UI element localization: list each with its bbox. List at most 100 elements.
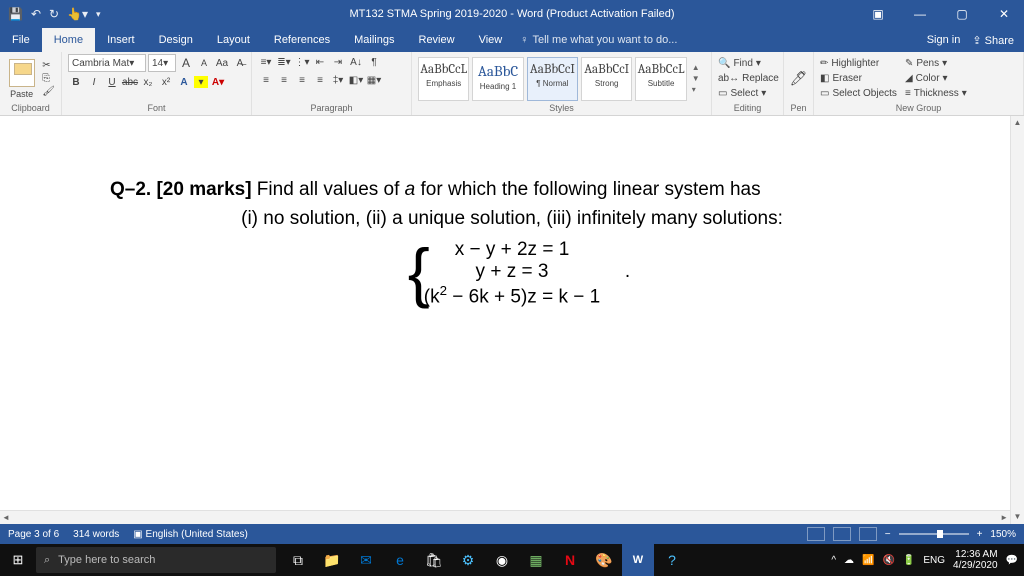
tab-layout[interactable]: Layout bbox=[205, 28, 262, 52]
tab-view[interactable]: View bbox=[467, 28, 515, 52]
style-heading1[interactable]: AaBbCHeading 1 bbox=[472, 57, 523, 101]
change-case-icon[interactable]: Aa bbox=[214, 55, 230, 71]
page-indicator[interactable]: Page 3 of 6 bbox=[8, 529, 59, 540]
styles-more-icon[interactable]: ▲▼▾ bbox=[692, 63, 705, 94]
copy-icon[interactable]: ⎘ bbox=[42, 73, 55, 85]
style-normal[interactable]: AaBbCcI¶ Normal bbox=[527, 57, 578, 101]
app-edge-icon[interactable]: e bbox=[384, 544, 416, 576]
underline-button[interactable]: U bbox=[104, 74, 120, 90]
style-emphasis[interactable]: AaBbCcLEmphasis bbox=[418, 57, 469, 101]
ribbon-display-icon[interactable]: ▣ bbox=[858, 0, 898, 28]
app-word-icon[interactable]: W bbox=[622, 544, 654, 576]
select-button[interactable]: ▭ Select ▾ bbox=[718, 87, 779, 101]
taskbar-search[interactable]: ⌕ Type here to search bbox=[36, 547, 276, 573]
align-center-icon[interactable]: ≡ bbox=[276, 72, 292, 88]
tray-lang[interactable]: ENG bbox=[923, 555, 945, 566]
word-count[interactable]: 314 words bbox=[73, 529, 119, 540]
start-button[interactable]: ⊞ bbox=[0, 552, 36, 568]
app-settings-icon[interactable]: ⚙ bbox=[452, 544, 484, 576]
document-area[interactable]: Q–2. [20 marks] Find all values of a for… bbox=[0, 116, 1024, 524]
tab-mailings[interactable]: Mailings bbox=[342, 28, 406, 52]
tell-me-search[interactable]: ♀ Tell me what you want to do... bbox=[520, 34, 677, 46]
borders-icon[interactable]: ▦▾ bbox=[366, 72, 382, 88]
replace-button[interactable]: ab↔ Replace bbox=[718, 72, 779, 86]
read-mode-icon[interactable] bbox=[807, 527, 825, 541]
app-help-icon[interactable]: ? bbox=[656, 544, 688, 576]
app-netflix-icon[interactable]: N bbox=[554, 544, 586, 576]
sort-icon[interactable]: A↓ bbox=[348, 54, 364, 70]
app-chrome-icon[interactable]: ◉ bbox=[486, 544, 518, 576]
cut-icon[interactable]: ✂ bbox=[42, 60, 55, 72]
bold-button[interactable]: B bbox=[68, 74, 84, 90]
decrease-indent-icon[interactable]: ⇤ bbox=[312, 54, 328, 70]
sign-in-link[interactable]: Sign in bbox=[927, 34, 961, 47]
show-marks-icon[interactable]: ¶ bbox=[366, 54, 382, 70]
close-icon[interactable]: ✕ bbox=[984, 0, 1024, 28]
zoom-slider[interactable] bbox=[899, 533, 969, 535]
font-color-button[interactable]: A▾ bbox=[210, 74, 226, 90]
justify-icon[interactable]: ≡ bbox=[312, 72, 328, 88]
tab-home[interactable]: Home bbox=[42, 28, 95, 52]
minimize-icon[interactable]: — bbox=[900, 0, 940, 28]
maximize-icon[interactable]: ▢ bbox=[942, 0, 982, 28]
redo-icon[interactable]: ↻ bbox=[49, 7, 59, 21]
strike-button[interactable]: abc bbox=[122, 74, 138, 90]
tab-file[interactable]: File bbox=[0, 28, 42, 52]
superscript-button[interactable]: x² bbox=[158, 74, 174, 90]
multilevel-icon[interactable]: ⋮▾ bbox=[294, 54, 310, 70]
italic-button[interactable]: I bbox=[86, 74, 102, 90]
qat-more-icon[interactable]: ▾ bbox=[96, 9, 101, 20]
thickness-button[interactable]: ≡ Thickness ▾ bbox=[905, 87, 967, 101]
highlighter-button[interactable]: ✏ Highlighter bbox=[820, 57, 897, 71]
align-right-icon[interactable]: ≡ bbox=[294, 72, 310, 88]
tab-design[interactable]: Design bbox=[147, 28, 205, 52]
app-store-icon[interactable]: 🛍 bbox=[418, 544, 450, 576]
align-left-icon[interactable]: ≡ bbox=[258, 72, 274, 88]
increase-indent-icon[interactable]: ⇥ bbox=[330, 54, 346, 70]
touch-mode-icon[interactable]: 👆▾ bbox=[67, 7, 88, 21]
pen-icon[interactable]: 🖊 bbox=[790, 70, 808, 87]
paste-button[interactable]: Paste bbox=[6, 59, 37, 99]
vertical-scrollbar[interactable]: ▲▼ bbox=[1010, 116, 1024, 524]
format-painter-icon[interactable]: 🖌 bbox=[42, 86, 55, 98]
tab-review[interactable]: Review bbox=[407, 28, 467, 52]
print-layout-icon[interactable] bbox=[833, 527, 851, 541]
task-view-icon[interactable]: ⧉ bbox=[282, 544, 314, 576]
shrink-font-icon[interactable]: A bbox=[196, 55, 212, 71]
tray-wifi-icon[interactable]: 📶 bbox=[862, 555, 874, 566]
zoom-in-icon[interactable]: + bbox=[977, 529, 983, 540]
undo-icon[interactable]: ↶ bbox=[31, 7, 41, 21]
app-mail-icon[interactable]: ✉ bbox=[350, 544, 382, 576]
font-name-combo[interactable]: Cambria Mat ▾ bbox=[68, 54, 146, 72]
tray-battery-icon[interactable]: 🔋 bbox=[903, 555, 915, 566]
numbering-icon[interactable]: ≣▾ bbox=[276, 54, 292, 70]
zoom-level[interactable]: 150% bbox=[990, 529, 1016, 540]
color-button[interactable]: ◢ Color ▾ bbox=[905, 72, 967, 86]
share-button[interactable]: ⇪ Share bbox=[972, 34, 1014, 47]
app-explorer-icon[interactable]: 📁 bbox=[316, 544, 348, 576]
tab-references[interactable]: References bbox=[262, 28, 342, 52]
language-indicator[interactable]: ▣ English (United States) bbox=[133, 529, 248, 540]
style-strong[interactable]: AaBbCcIStrong bbox=[581, 57, 632, 101]
web-layout-icon[interactable] bbox=[859, 527, 877, 541]
tray-up-icon[interactable]: ^ bbox=[831, 555, 836, 566]
select-objects-button[interactable]: ▭ Select Objects bbox=[820, 87, 897, 101]
app-generic-icon[interactable]: ▦ bbox=[520, 544, 552, 576]
font-size-combo[interactable]: 14 ▾ bbox=[148, 54, 176, 72]
highlight-button[interactable]: ▾ bbox=[194, 76, 208, 88]
tray-volume-icon[interactable]: 🔇 bbox=[882, 555, 894, 566]
save-icon[interactable]: 💾 bbox=[8, 7, 23, 21]
clear-format-icon[interactable]: A̶ bbox=[232, 55, 248, 71]
horizontal-scrollbar[interactable] bbox=[0, 510, 1010, 524]
text-effects-button[interactable]: A bbox=[176, 74, 192, 90]
find-button[interactable]: 🔍 Find ▾ bbox=[718, 57, 779, 71]
pens-button[interactable]: ✎ Pens ▾ bbox=[905, 57, 967, 71]
bullets-icon[interactable]: ≡▾ bbox=[258, 54, 274, 70]
tray-onedrive-icon[interactable]: ☁ bbox=[844, 555, 854, 566]
app-paint-icon[interactable]: 🎨 bbox=[588, 544, 620, 576]
tab-insert[interactable]: Insert bbox=[95, 28, 147, 52]
tray-clock[interactable]: 12:36 AM 4/29/2020 bbox=[953, 549, 998, 571]
line-spacing-icon[interactable]: ‡▾ bbox=[330, 72, 346, 88]
grow-font-icon[interactable]: A bbox=[178, 55, 194, 71]
subscript-button[interactable]: x₂ bbox=[140, 74, 156, 90]
